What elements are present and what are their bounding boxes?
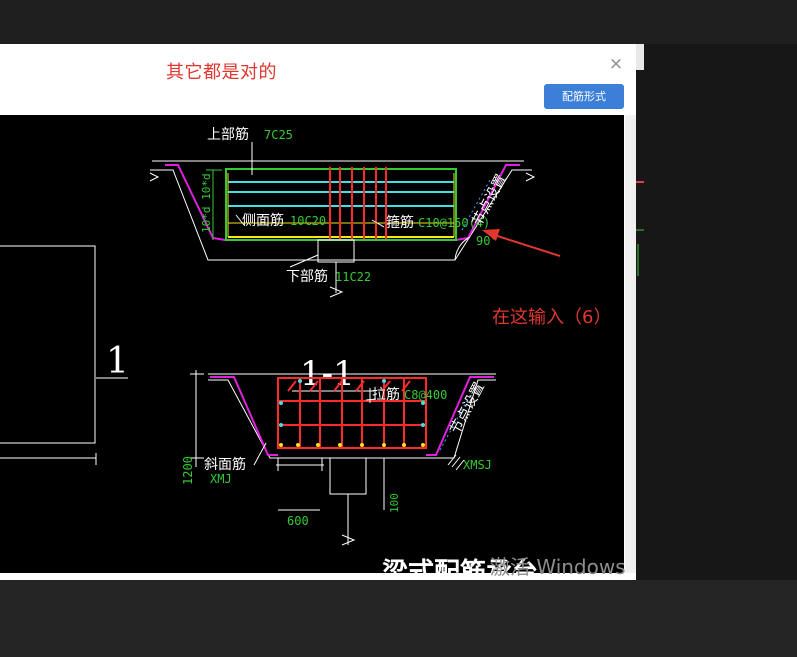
section2-tie-bar-label: 拉筋 xyxy=(372,386,400,403)
section2-dim-width: 600 xyxy=(287,514,309,528)
section2-title: 2-2 xyxy=(318,570,373,573)
section-2-2: 拉筋 C8@400 1200 斜面筋 XMJ XMSJ 节点设置 600 100 xyxy=(181,370,496,573)
section1-stirrup-label: 箍筋 xyxy=(386,214,414,231)
close-icon: × xyxy=(608,54,624,74)
input-hint-annotation: 在这输入（6） xyxy=(492,307,611,328)
section2-slope-code-right: XMSJ xyxy=(463,458,492,472)
section1-bottom-bar-label: 下部筋 xyxy=(286,268,328,285)
canvas-scrollbar[interactable] xyxy=(625,115,636,573)
section1-bottom-bar-spec: 11C22 xyxy=(335,270,371,284)
side-label-1: 1 xyxy=(106,341,129,382)
section2-slope-bar-label: 斜面筋 xyxy=(204,456,246,473)
section1-top-bar-spec: 7C25 xyxy=(264,128,293,142)
section2-tie-bar-spec: C8@400 xyxy=(404,388,447,402)
background-top xyxy=(0,0,797,44)
reinforcement-form-button[interactable]: 配筋形式 xyxy=(544,84,624,109)
section2-dim-small: 100 xyxy=(388,493,401,513)
left-partial-view: 1 xyxy=(0,245,129,465)
scrollbar-stub xyxy=(636,44,644,70)
section2-slope-code-left: XMJ xyxy=(210,472,232,486)
dialog-window: 其它都是对的 × 配筋形式 1 10*d 10*d 上部筋 7C25 侧面筋 1… xyxy=(0,44,636,580)
dialog-title: 其它都是对的 xyxy=(166,62,277,83)
background-bottom xyxy=(0,580,797,657)
cad-drawing: 1 10*d 10*d 上部筋 7C25 侧面筋 10C20 箍筋 C10@15… xyxy=(0,126,611,573)
section1-side-bar-spec: 10C20 xyxy=(290,214,326,228)
section1-side-bar-label: 侧面筋 xyxy=(242,212,284,229)
background-right-panel xyxy=(636,44,797,580)
section2-dim-height: 1200 xyxy=(181,456,195,485)
section1-dim-left: 10*d 10*d xyxy=(200,173,213,233)
section2-node-label: 节点设置 xyxy=(447,380,487,437)
section1-top-bar-label: 上部筋 xyxy=(207,126,249,143)
close-button[interactable]: × xyxy=(604,52,628,76)
right-panel-lines xyxy=(636,181,644,276)
section-1-1: 10*d 10*d 上部筋 7C25 侧面筋 10C20 箍筋 C10@150(… xyxy=(149,126,611,394)
cad-drawing-canvas[interactable]: 1 10*d 10*d 上部筋 7C25 侧面筋 10C20 箍筋 C10@15… xyxy=(0,115,624,573)
activate-windows-watermark: 激活 Windows xyxy=(490,555,626,579)
